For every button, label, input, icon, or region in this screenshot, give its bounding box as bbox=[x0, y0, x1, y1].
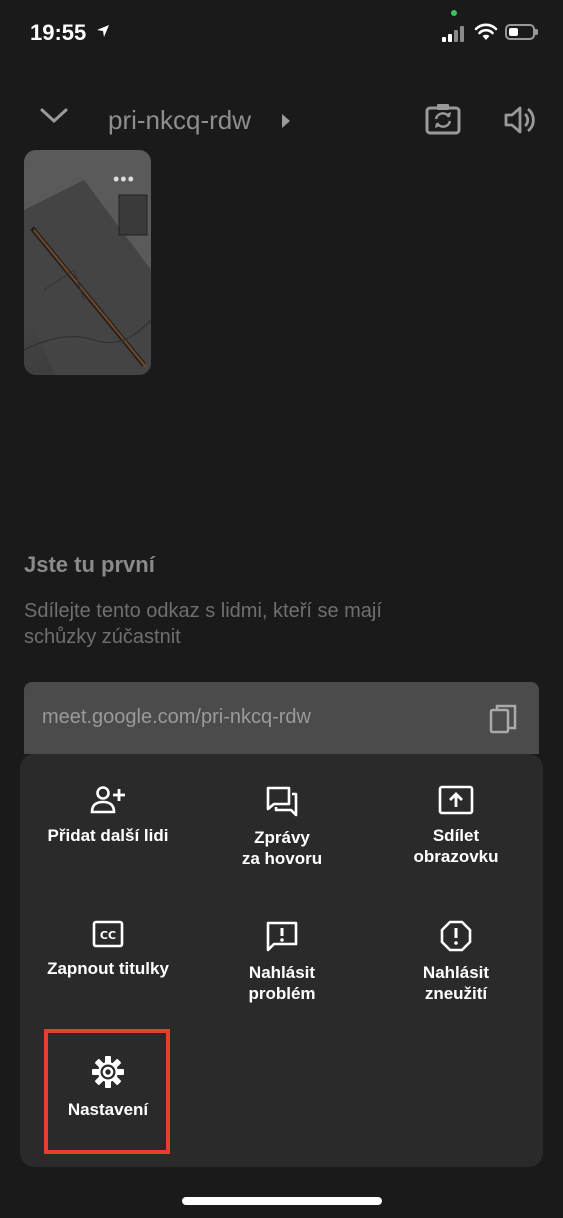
camera-in-use-dot bbox=[451, 10, 457, 16]
battery-icon bbox=[505, 24, 538, 40]
menu-item-share-screen[interactable]: Sdílet obrazovku bbox=[369, 785, 543, 867]
status-bar: 19:55 bbox=[0, 0, 563, 70]
menu-item-messages[interactable]: Zprávy za hovoru bbox=[195, 785, 369, 869]
chat-icon bbox=[266, 786, 298, 817]
copy-icon[interactable] bbox=[489, 704, 517, 734]
menu-item-report-abuse[interactable]: Nahlásit zneužití bbox=[369, 920, 543, 1004]
chevron-down-icon[interactable] bbox=[38, 106, 70, 126]
cellular-signal-icon bbox=[442, 26, 464, 42]
report-icon bbox=[440, 920, 472, 952]
menu-label: Nahlásit zneužití bbox=[422, 963, 490, 1003]
more-options-icon[interactable]: ••• bbox=[113, 170, 135, 188]
home-indicator[interactable] bbox=[182, 1197, 382, 1205]
menu-label: Zprávy za hovoru bbox=[241, 828, 323, 868]
speaker-icon[interactable] bbox=[503, 103, 537, 137]
switch-camera-icon[interactable] bbox=[424, 101, 462, 137]
present-screen-icon bbox=[438, 785, 474, 815]
feedback-icon bbox=[266, 921, 298, 952]
meeting-link[interactable]: meet.google.com/pri-nkcq-rdw bbox=[42, 706, 311, 729]
svg-text:CC: CC bbox=[100, 929, 116, 942]
menu-label: Sdílet obrazovku bbox=[413, 826, 499, 866]
menu-item-add-people[interactable]: Přidat další lidi bbox=[21, 785, 195, 846]
wifi-icon bbox=[474, 23, 498, 40]
menu-item-report-problem[interactable]: Nahlásit problém bbox=[195, 920, 369, 1004]
meeting-link-box[interactable]: meet.google.com/pri-nkcq-rdw bbox=[24, 682, 539, 754]
menu-label: Zapnout titulky bbox=[47, 959, 169, 978]
clock: 19:55 bbox=[30, 20, 87, 45]
location-arrow-icon bbox=[97, 25, 109, 37]
settings-highlight-box bbox=[44, 1029, 170, 1154]
closed-captions-icon: CC bbox=[92, 920, 124, 948]
add-person-icon bbox=[90, 786, 125, 814]
menu-label: Nahlásit problém bbox=[248, 963, 316, 1003]
meeting-name[interactable]: pri-nkcq-rdw bbox=[108, 105, 251, 136]
menu-label: Přidat další lidi bbox=[47, 826, 169, 845]
info-description: Sdílejte tento odkaz s lidmi, kteří se m… bbox=[24, 600, 382, 648]
info-title: Jste tu první bbox=[24, 552, 155, 577]
caret-right-icon[interactable] bbox=[281, 113, 291, 129]
menu-item-captions[interactable]: CC Zapnout titulky bbox=[21, 920, 195, 979]
